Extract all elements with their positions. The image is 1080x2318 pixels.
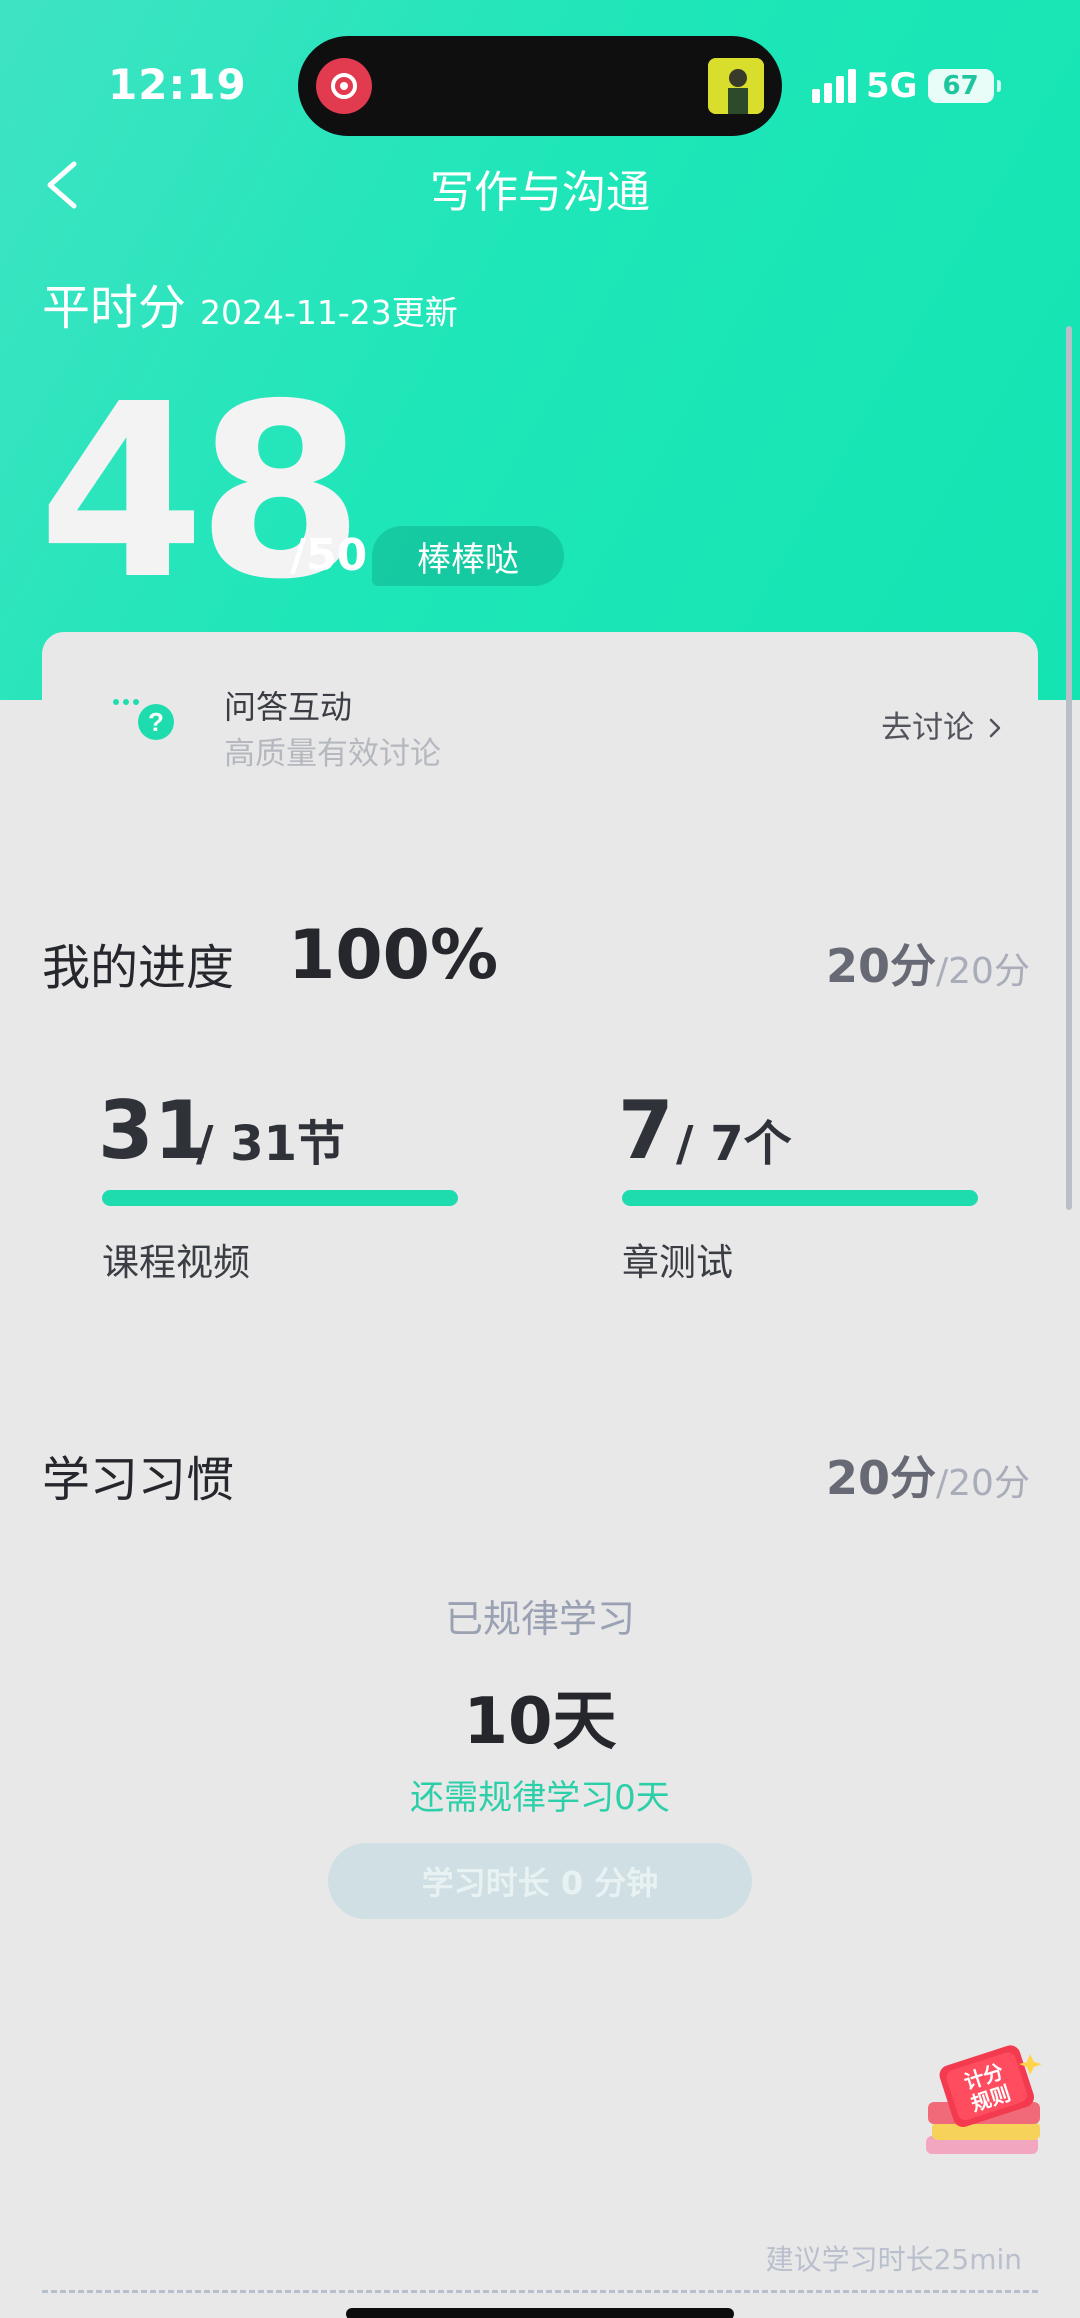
battery-level: 67 <box>942 71 979 101</box>
score-total: /50 <box>290 530 368 581</box>
progress-title: 我的进度 <box>42 940 235 996</box>
chevron-right-icon <box>989 718 1001 738</box>
quiz-total: / 7个 <box>676 1116 792 1172</box>
qa-title: 问答互动 <box>224 688 353 726</box>
go-discuss-link[interactable]: 去讨论 <box>881 702 1002 747</box>
rules-book-icon: 计分 规则 <box>926 2045 1042 2154</box>
quiz-label: 章测试 <box>622 1241 733 1284</box>
scoring-rules-button[interactable]: 计分 规则 <box>918 2040 1054 2180</box>
regular-study-days: 10天 <box>463 1685 617 1759</box>
qa-subtitle: 高质量有效讨论 <box>224 736 441 772</box>
progress-percent: 100% <box>288 916 499 995</box>
status-indicators: 5G 67 <box>812 66 1001 106</box>
progress-points-total: /20分 <box>936 951 1030 992</box>
dashed-divider <box>42 2290 1038 2293</box>
qa-card[interactable]: ? 问答互动 高质量有效讨论 去讨论 <box>42 632 1038 794</box>
network-type: 5G <box>866 66 918 106</box>
regular-study-label: 已规律学习 <box>444 1597 635 1641</box>
video-done: 31 <box>98 1084 210 1177</box>
praise-badge: 棒棒哒 <box>372 526 564 586</box>
video-label: 课程视频 <box>102 1241 250 1284</box>
score-updated: 2024-11-23更新 <box>200 293 458 332</box>
quiz-progress-bar <box>622 1190 978 1206</box>
habit-points-total: /20分 <box>936 1463 1030 1504</box>
progress-points: 20分 <box>826 939 937 993</box>
quiz-done: 7 <box>618 1084 674 1177</box>
signal-icon <box>812 69 856 103</box>
svg-text:?: ? <box>148 707 164 737</box>
home-indicator[interactable] <box>346 2308 734 2318</box>
question-bubble-icon: ? <box>110 688 180 748</box>
scrollbar[interactable] <box>1066 326 1072 1210</box>
go-discuss-label: 去讨论 <box>881 710 975 746</box>
score-label: 平时分 <box>42 280 187 336</box>
album-art-icon <box>708 58 764 114</box>
page-title: 写作与沟通 <box>430 167 650 218</box>
quiz-progress-fill <box>622 1190 978 1206</box>
suggested-study-time: 建议学习时长25min <box>765 2243 1022 2276</box>
battery-icon: 67 <box>927 69 1001 103</box>
habit-points: 20分 <box>826 1451 937 1505</box>
video-progress-fill <box>102 1190 458 1206</box>
habit-title: 学习习惯 <box>42 1452 235 1508</box>
video-total: / 31节 <box>196 1116 346 1172</box>
remaining-days: 还需规律学习0天 <box>410 1778 670 1818</box>
status-time: 12:19 <box>108 60 247 109</box>
dynamic-island <box>298 36 782 136</box>
video-progress-bar <box>102 1190 458 1206</box>
study-time-button[interactable]: 学习时长 0 分钟 <box>328 1843 752 1919</box>
music-app-icon <box>316 58 372 114</box>
